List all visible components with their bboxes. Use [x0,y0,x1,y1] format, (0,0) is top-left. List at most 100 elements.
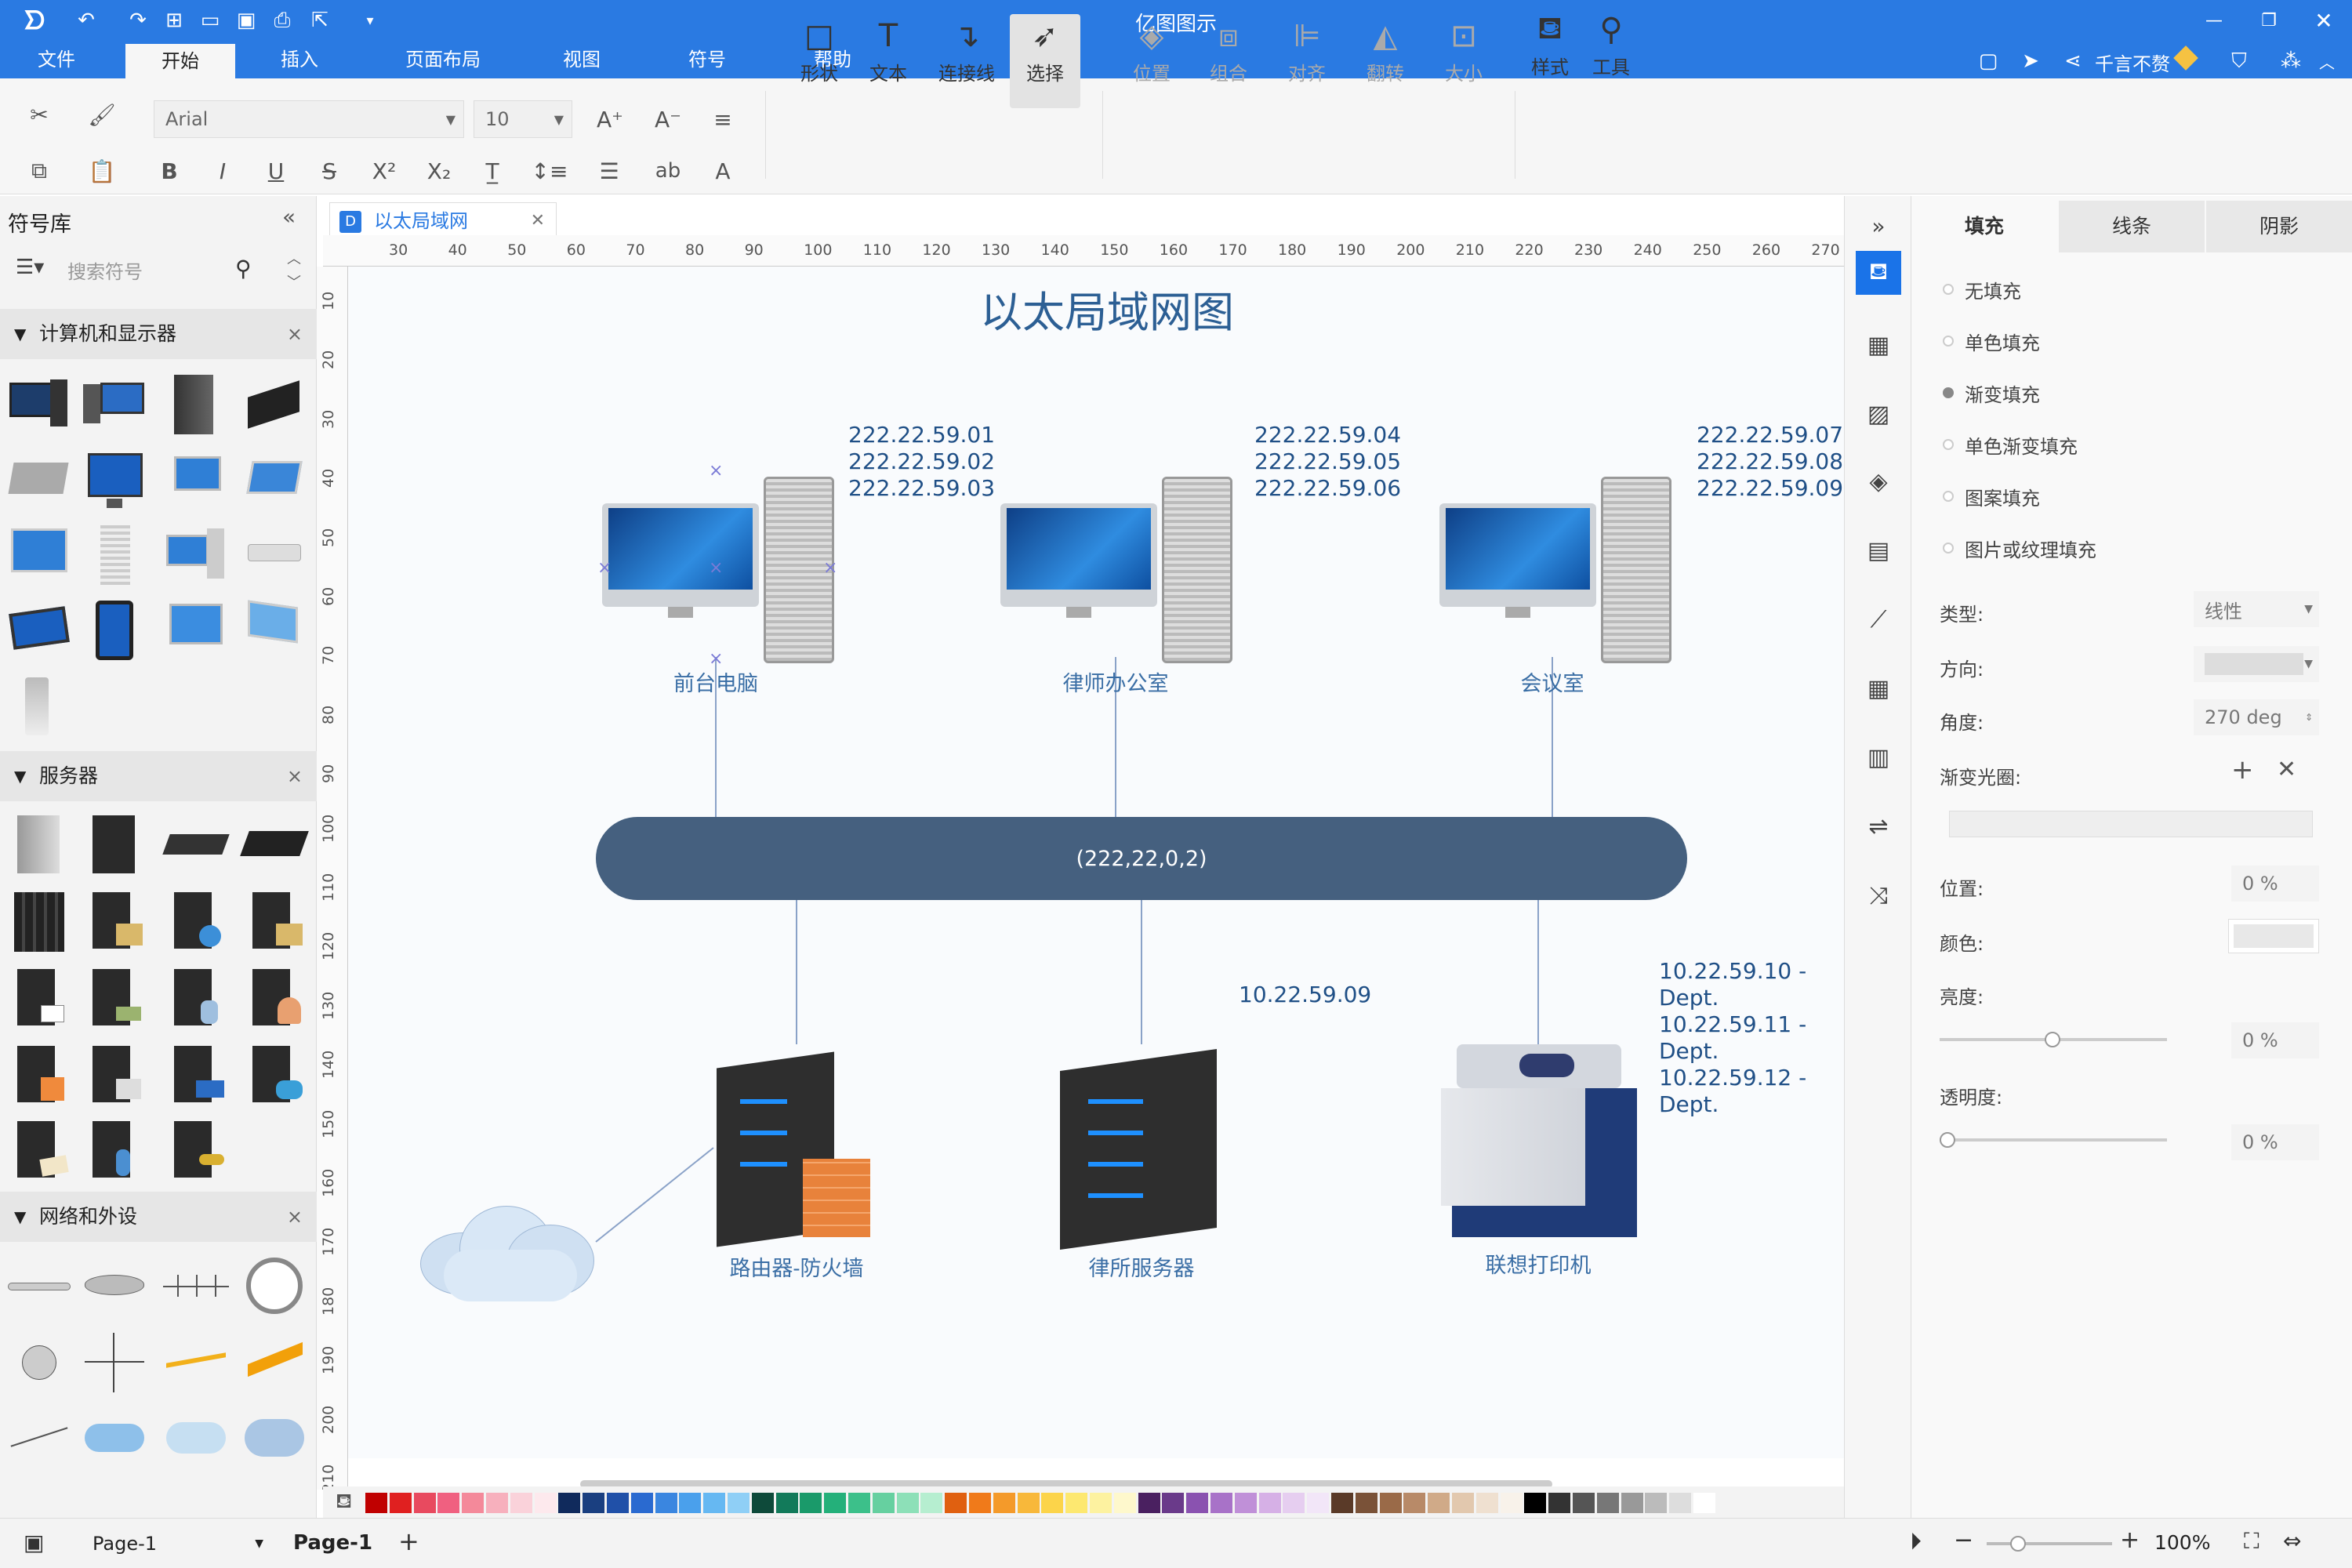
symbol-thumb[interactable] [6,966,72,1032]
color-swatch[interactable] [872,1493,895,1513]
restore-icon[interactable]: ❐ [2255,6,2283,34]
symbol-thumb[interactable] [241,1043,307,1109]
selection-handle[interactable]: × [709,558,723,578]
server-ip[interactable]: 10.22.59.09 [1239,982,1371,1008]
zoom-knob[interactable] [2010,1536,2026,1552]
data-icon[interactable]: ▥ [1861,740,1896,775]
close-icon[interactable]: ✕ [2310,6,2338,34]
expand-panel-icon[interactable]: » [1861,209,1896,243]
color-swatch[interactable] [1403,1493,1426,1513]
selection-handle[interactable]: × [597,558,612,578]
minimize-icon[interactable]: — [2200,6,2228,34]
color-swatch[interactable] [534,1493,557,1513]
symbol-thumb[interactable] [82,889,147,955]
color-swatch[interactable] [1452,1493,1474,1513]
symbol-thumb[interactable] [82,1405,147,1471]
paste-icon[interactable]: 📋 [78,154,125,188]
color-swatch[interactable] [1669,1493,1692,1513]
color-swatch[interactable] [1355,1493,1377,1513]
image-icon[interactable]: ▨ [1861,397,1896,431]
page-tab[interactable]: Page-1 [293,1531,372,1555]
color-swatch[interactable] [1258,1493,1281,1513]
selection-handle[interactable]: × [823,558,837,578]
color-swatch[interactable] [1500,1493,1523,1513]
italic-icon[interactable]: I [207,155,238,187]
send-icon[interactable]: ➤ [2016,47,2045,75]
law-firm-server-device[interactable] [1060,1044,1225,1250]
comment-icon[interactable]: ▢ [1974,47,2002,75]
symbol-thumb[interactable] [163,447,229,513]
symbol-thumb[interactable] [82,1043,147,1109]
group-button[interactable]: ⧈ 组合 [1193,14,1264,108]
save-icon[interactable]: ▣ [232,6,260,34]
radio-picture-fill[interactable] [1943,543,1954,554]
option-picture-fill[interactable]: 图片或纹理填充 [1965,535,2096,562]
color-swatch[interactable] [558,1493,581,1513]
fit-width-icon[interactable]: ⇔ [2283,1528,2301,1554]
zoom-out-icon[interactable]: − [1954,1526,1973,1554]
option-no-fill[interactable]: 无填充 [1965,276,2021,303]
library-menu-icon[interactable]: ☰▾ [16,256,44,279]
brightness-input[interactable]: 0 % [2231,1022,2319,1058]
export-icon[interactable]: ⇱ [306,6,334,34]
tab-line[interactable]: 线条 [2059,201,2205,252]
color-swatch[interactable] [1307,1493,1330,1513]
page-select[interactable]: Page-1 ▼ [82,1526,270,1561]
close-category-icon[interactable]: × [287,751,303,801]
symbol-thumb[interactable] [240,812,309,878]
page-panel-icon[interactable]: ▣ [24,1530,44,1555]
fill-icon[interactable]: ⛾ [1856,251,1901,295]
transparency-slider[interactable] [1940,1138,2167,1142]
tab-insert[interactable]: 插入 [267,41,332,78]
font-color-icon[interactable]: A [706,155,740,187]
play-icon[interactable]: ⏵ [1910,1528,1922,1555]
format-painter-icon[interactable]: 🖌 [85,97,119,132]
add-page-icon[interactable]: + [398,1526,419,1556]
color-swatch[interactable] [462,1493,485,1513]
color-swatch[interactable] [2228,919,2319,953]
document-tab[interactable]: D 以太局域网 ✕ [329,202,557,238]
color-swatch[interactable] [848,1493,870,1513]
symbol-thumb[interactable] [6,1405,72,1471]
superscript-icon[interactable]: X² [368,155,400,187]
category-network[interactable]: ▼ 网络和外设 × [0,1192,317,1242]
symbol-thumb[interactable] [162,812,230,878]
collapse-ribbon-icon[interactable]: ︿ [2313,47,2341,75]
color-swatch[interactable] [1645,1493,1668,1513]
color-swatch[interactable] [630,1493,653,1513]
computer-front-desk[interactable] [602,472,834,663]
symbol-thumb[interactable] [82,597,147,663]
close-tab-icon[interactable]: ✕ [531,203,545,239]
symbol-thumb[interactable] [6,597,72,663]
underline-icon[interactable]: U [260,155,292,187]
scroll-down-icon[interactable]: ﹀ [287,271,301,292]
symbol-thumb[interactable] [6,889,72,955]
connector-line[interactable] [595,1147,714,1243]
color-swatch[interactable] [920,1493,943,1513]
symbol-thumb[interactable] [241,447,307,513]
align-text-icon[interactable]: ≡ [706,102,740,136]
symbol-grid-icon[interactable]: ▦ [1861,328,1896,362]
color-swatch[interactable] [1113,1493,1136,1513]
diagram-page[interactable]: 以太局域网图 × × × × × 前台电脑 律师办公室 会议室 222.22.5… [348,267,1844,1458]
type-select[interactable]: 线性 ▼ [2194,591,2319,627]
color-swatch[interactable] [1573,1493,1595,1513]
option-single-gradient[interactable]: 单色渐变填充 [1965,431,2078,459]
symbol-thumb[interactable] [163,1330,229,1396]
grow-font-icon[interactable]: A⁺ [593,102,627,136]
color-swatch[interactable] [800,1493,822,1513]
color-swatch[interactable] [1065,1493,1088,1513]
angle-input[interactable]: 270 deg ⇕ [2194,699,2319,735]
direction-select[interactable]: ▼ [2194,646,2319,682]
hyperlink-icon[interactable]: ⇌ [1861,809,1896,844]
symbol-thumb[interactable] [6,1254,72,1320]
table-icon[interactable]: ▦ [1861,671,1896,706]
line-spacing-icon[interactable]: ↕≡ [530,155,569,187]
symbol-thumb[interactable] [82,812,147,878]
open-icon[interactable]: ▭ [196,6,224,34]
printer-device[interactable] [1441,1044,1637,1245]
symbol-thumb[interactable] [241,372,307,437]
tools-button[interactable]: ⚲ 工具 [1576,8,1646,102]
style-button[interactable]: ⛾ 样式 [1515,8,1585,102]
undo-icon[interactable]: ↶ [72,6,100,34]
